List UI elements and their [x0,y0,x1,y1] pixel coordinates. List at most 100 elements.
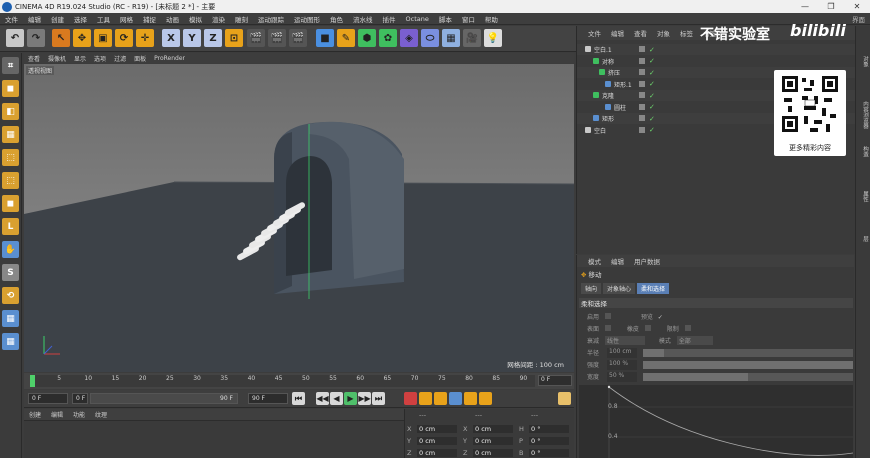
frame-range-slider[interactable]: 90 F [90,393,238,404]
tweak-mode-button[interactable]: ✋ [2,241,19,258]
keyframe-tool-button[interactable] [419,392,432,405]
menu-item[interactable]: Octane [401,15,434,23]
menu-item[interactable]: 渲染 [207,14,230,24]
timeline-ruler[interactable]: 051015202530354045505560657075808590 [30,375,535,387]
film-strip-button[interactable] [558,392,571,405]
menu-item[interactable]: 模拟 [184,14,207,24]
model-mode-button[interactable]: ◼ [2,80,19,97]
enable-check-icon[interactable]: ✓ [649,103,655,111]
object-name[interactable]: 圆柱 [614,103,626,112]
undo-button[interactable]: ↶ [6,29,24,47]
menu-item[interactable]: 选择 [69,14,92,24]
menu-item[interactable]: 窗口 [457,14,480,24]
attribute-menu-item[interactable]: 模式 [583,256,606,266]
menu-item[interactable]: 运动图形 [289,14,325,24]
object-row[interactable]: 对称 ✓ [577,56,870,67]
transport-button[interactable]: ⏭ [372,392,385,405]
material-menu-item[interactable]: 纹理 [90,410,112,419]
visibility-toggle[interactable] [639,46,645,52]
object-row[interactable]: 空白.1 ✓ [577,44,870,55]
edges-mode-button[interactable]: ⬚ [2,172,19,189]
make-editable-button[interactable]: ⌗ [2,57,19,74]
min-frame-field[interactable]: 0 F [72,393,88,404]
visibility-toggle[interactable] [639,57,645,64]
visibility-toggle[interactable] [639,126,645,133]
axis-z-button[interactable]: Z [204,29,222,47]
surface-checkbox[interactable] [604,325,611,331]
visibility-toggle[interactable] [639,103,645,110]
enable-checkbox[interactable] [604,313,611,319]
subdivision-button[interactable]: ⬢ [358,29,376,47]
coordinate-system-button[interactable]: ⊡ [225,29,243,47]
transport-button[interactable]: ⏮ [292,392,305,405]
visibility-toggle[interactable] [639,69,645,75]
menu-item[interactable]: 文件 [0,14,23,24]
scale-button[interactable]: ▣ [94,29,112,47]
close-button[interactable]: ✕ [844,2,870,11]
render-view-button[interactable]: 🎬 [247,29,265,47]
axis-x-button[interactable]: X [162,29,180,47]
menu-item[interactable]: 雕刻 [230,14,253,24]
coord-value-field[interactable]: 0 cm [417,437,457,445]
rotate-button[interactable]: ⟳ [115,29,133,47]
playhead[interactable] [30,375,35,387]
maximize-button[interactable]: ❐ [818,2,844,11]
attribute-menu-item[interactable]: 用户数据 [629,256,665,266]
object-name[interactable]: 对称 [602,57,614,66]
coord-value-field[interactable]: 0 cm [417,449,457,457]
attribute-tab[interactable]: 对象轴心 [603,283,636,294]
rubber-checkbox[interactable] [644,325,651,331]
axis-mode-button[interactable]: L [2,218,19,235]
live-select-button[interactable]: ↖ [52,29,70,47]
object-menu-item[interactable]: 查看 [629,28,652,38]
menu-item[interactable]: 捕捉 [138,14,161,24]
timeline[interactable]: 051015202530354045505560657075808590 0 F [24,373,574,389]
coord-value-field[interactable]: 0 cm [417,425,457,433]
enable-check-icon[interactable]: ✓ [649,80,655,88]
coord-value-field[interactable]: 0 ° [529,437,569,445]
material-menu-item[interactable]: 功能 [68,410,90,419]
slider-track[interactable] [643,349,853,357]
viewport-menu-item[interactable]: 面板 [130,54,150,63]
viewport-menu-item[interactable]: 选项 [90,54,110,63]
current-frame-field[interactable]: 0 F [538,375,572,386]
visibility-toggle[interactable] [639,80,645,87]
enable-check-icon[interactable]: ✓ [649,126,655,134]
object-name[interactable]: 矩形.1 [614,80,632,89]
object-menu-item[interactable]: 对象 [652,28,675,38]
camera-button[interactable]: 🎥 [463,29,481,47]
falloff-graph[interactable]: 0.8 0.4 [579,385,854,458]
transport-button[interactable]: ◀ [330,392,343,405]
transport-button[interactable]: ▶▶ [358,392,371,405]
keyframe-tool-button[interactable] [464,392,477,405]
light-button[interactable]: 💡 [484,29,502,47]
menu-item[interactable]: 工具 [92,14,115,24]
coord-value-field[interactable]: 0 cm [473,437,513,445]
points-mode-button[interactable]: ⬚ [2,149,19,166]
slider-value-field[interactable]: 100 cm [607,348,637,358]
floor-button[interactable]: ⬭ [421,29,439,47]
end-frame-field[interactable]: 90 F [248,393,288,404]
enable-check-icon[interactable]: ✓ [649,69,655,77]
enable-check-icon[interactable]: ✓ [649,115,655,123]
mode-select[interactable]: 全部 [676,336,713,345]
viewport-menu-item[interactable]: 过滤 [110,54,130,63]
sky-button[interactable]: ▦ [442,29,460,47]
object-name[interactable]: 挤压 [608,68,620,77]
polygons-mode-button[interactable]: ◼ [2,195,19,212]
coord-value-field[interactable]: 0 ° [529,449,569,457]
slider-value-field[interactable]: 50 % [607,372,637,382]
side-tab[interactable]: 构造 [858,146,869,157]
snapping-button[interactable]: S [2,264,19,281]
solo-button[interactable]: ▦ [2,310,19,327]
keyframe-tool-button[interactable] [404,392,417,405]
object-name[interactable]: 空白.1 [594,45,612,54]
workplane-mode-button[interactable]: ▦ [2,126,19,143]
enable-check-icon[interactable]: ✓ [649,92,655,100]
enable-check-icon[interactable]: ✓ [649,57,655,65]
object-name[interactable]: 矩形 [602,114,614,123]
viewport-menu-item[interactable]: 摄像机 [44,54,70,63]
menu-item[interactable]: 帮助 [480,14,503,24]
side-tab[interactable]: 对象 [858,56,869,67]
menu-item[interactable]: 插件 [378,14,401,24]
